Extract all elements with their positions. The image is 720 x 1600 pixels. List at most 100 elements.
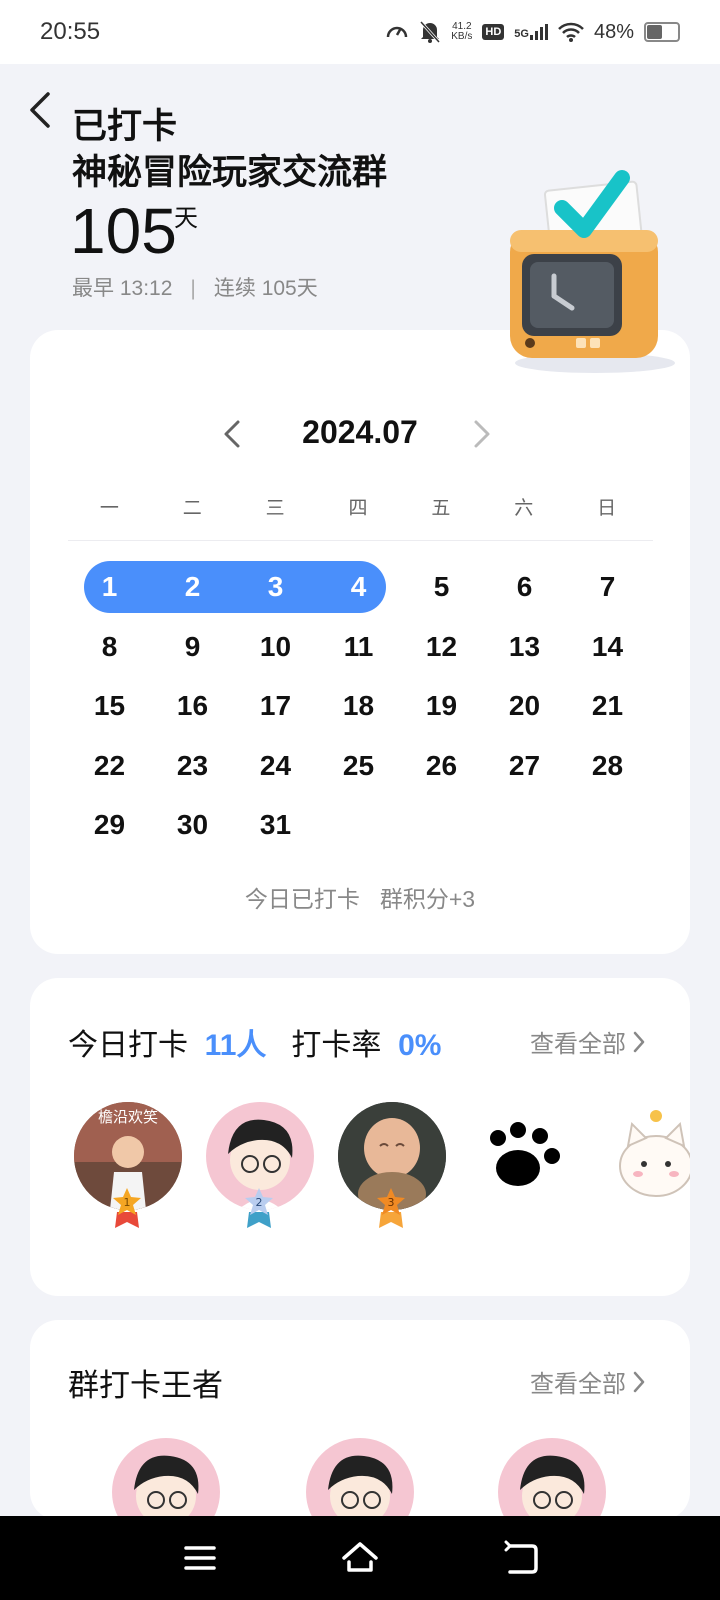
rank-number: 3: [388, 1196, 395, 1209]
earliest-time: 最早 13:12: [72, 277, 173, 300]
weekday-label: 一: [99, 498, 119, 519]
cat-sticker-icon: [619, 1110, 690, 1197]
calendar-day[interactable]: 16: [151, 676, 234, 736]
calendar-day[interactable]: 19: [400, 676, 483, 736]
points-text: 群积分+3: [379, 886, 476, 912]
calendar-day[interactable]: 12: [400, 617, 483, 677]
calendar-day[interactable]: 17: [234, 676, 317, 736]
wifi-icon: [558, 22, 584, 42]
net-speed: 41.2 KB/s: [451, 22, 472, 42]
signal-icon: 5G: [514, 24, 548, 40]
calendar-day[interactable]: 18: [317, 676, 400, 736]
mute-bell-icon: [420, 20, 441, 44]
network-type: 5G: [514, 28, 529, 40]
rank-3-medal-icon: 3: [377, 1188, 405, 1228]
checkin-clock-illustration: [510, 170, 675, 373]
menu-icon[interactable]: [180, 1538, 220, 1578]
calendar-day[interactable]: 24: [234, 736, 317, 796]
calendar-day[interactable]: 30: [151, 795, 234, 855]
calendar-grid: 1 2 3 4 5 6 7 8 9 10 11 12 13 14 15 16 1…: [68, 557, 649, 855]
battery-percent: 48%: [593, 20, 634, 43]
today-checkin-label: 今日打卡: [68, 1029, 188, 1062]
weekday-label: 二: [182, 498, 202, 519]
divider: [68, 540, 653, 541]
calendar-day[interactable]: 21: [566, 676, 649, 736]
net-speed-unit: KB/s: [451, 31, 473, 42]
hd-badge: HD: [482, 24, 505, 40]
weekday-header: 一 二 三 四 五 六 日: [68, 493, 648, 520]
streak-days: 连续 105天: [213, 277, 318, 300]
status-icons: 41.2 KB/s HD 5G 48%: [385, 20, 680, 44]
month-label: 2024.07: [302, 414, 418, 450]
chevron-right-icon: [633, 1371, 645, 1392]
view-all-label: 查看全部: [530, 1031, 626, 1058]
calendar-day[interactable]: 2: [151, 557, 234, 617]
today-view-all-button[interactable]: 查看全部: [530, 1024, 646, 1059]
weekday-label: 五: [431, 498, 451, 519]
calendar-day[interactable]: 23: [151, 736, 234, 796]
checkin-rate-value: 0%: [398, 1029, 442, 1062]
system-nav-bar: [0, 1516, 720, 1600]
checkin-days: 105: [70, 195, 177, 267]
view-all-label: 查看全部: [530, 1371, 626, 1398]
paw-icon: [490, 1122, 560, 1186]
checkin-avatar-list: 檐沿欢笑 1 2 3: [74, 1102, 690, 1242]
avatar[interactable]: [470, 1102, 578, 1210]
calendar-day[interactable]: 13: [483, 617, 566, 677]
status-time: 20:55: [40, 18, 101, 45]
today-stats: 今日打卡 11人 打卡率 0%: [68, 1020, 441, 1064]
calendar-day[interactable]: 10: [234, 617, 317, 677]
weekday-label: 六: [514, 498, 534, 519]
back-arrow-icon[interactable]: [24, 88, 64, 132]
rank-1-medal-icon: 1: [113, 1188, 141, 1228]
calendar-day[interactable]: 15: [68, 676, 151, 736]
rank-number: 2: [256, 1196, 263, 1209]
calendar-day[interactable]: 22: [68, 736, 151, 796]
calendar-day[interactable]: 28: [566, 736, 649, 796]
weekday-label: 四: [348, 498, 368, 519]
calendar-day[interactable]: 26: [400, 736, 483, 796]
calendar-day[interactable]: 8: [68, 617, 151, 677]
avatar[interactable]: [602, 1102, 690, 1210]
weekday-label: 三: [265, 498, 285, 519]
avatar-caption: 檐沿欢笑: [98, 1108, 158, 1126]
rank-2-medal-icon: 2: [245, 1188, 273, 1228]
calendar-day[interactable]: 7: [566, 557, 649, 617]
checkin-king-card: 群打卡王者 查看全部: [30, 1320, 690, 1546]
calendar-day[interactable]: 1: [68, 557, 151, 617]
today-checkin-count: 11人: [204, 1029, 267, 1062]
group-name: 神秘冒险玩家交流群: [72, 153, 388, 192]
next-month-icon[interactable]: [466, 416, 496, 452]
battery-icon: [644, 22, 680, 42]
calendar-day[interactable]: 29: [68, 795, 151, 855]
calendar-day[interactable]: 6: [483, 557, 566, 617]
calendar-day[interactable]: 20: [483, 676, 566, 736]
rank-number: 1: [124, 1196, 131, 1209]
calendar-day[interactable]: 3: [234, 557, 317, 617]
calendar-day[interactable]: 25: [317, 736, 400, 796]
today-checked-text: 今日已打卡: [244, 886, 360, 912]
calendar-day[interactable]: 4: [317, 557, 400, 617]
today-checkin-card: 今日打卡 11人 打卡率 0% 查看全部 檐沿欢笑 1 2 3: [30, 978, 690, 1296]
checkin-rate-label: 打卡率: [291, 1029, 382, 1062]
calendar-day[interactable]: 14: [566, 617, 649, 677]
home-icon[interactable]: [340, 1538, 380, 1578]
calendar-day[interactable]: 9: [151, 617, 234, 677]
month-navigator: 2024.07: [30, 408, 690, 458]
weekday-label: 日: [597, 498, 617, 519]
calendar-day[interactable]: 31: [234, 795, 317, 855]
speedometer-icon: [387, 26, 408, 38]
back-icon[interactable]: [502, 1538, 542, 1578]
checkin-summary: 最早 13:12 | 连续 105天: [72, 272, 318, 302]
checkin-days-unit: 天: [174, 205, 198, 232]
calendar-day[interactable]: 11: [317, 617, 400, 677]
chevron-right-icon: [633, 1031, 645, 1052]
status-bar: 20:55 41.2 KB/s HD 5G 48%: [0, 0, 720, 64]
calendar-card: 2024.07 一 二 三 四 五 六 日 1 2 3 4 5 6 7 8 9 …: [30, 330, 690, 954]
calendar-footer: 今日已打卡 群积分+3: [30, 880, 690, 914]
king-view-all-button[interactable]: 查看全部: [530, 1364, 646, 1399]
checkin-king-title: 群打卡王者: [68, 1368, 223, 1403]
calendar-day[interactable]: 5: [400, 557, 483, 617]
calendar-day[interactable]: 27: [483, 736, 566, 796]
summary-separator: |: [190, 277, 196, 300]
